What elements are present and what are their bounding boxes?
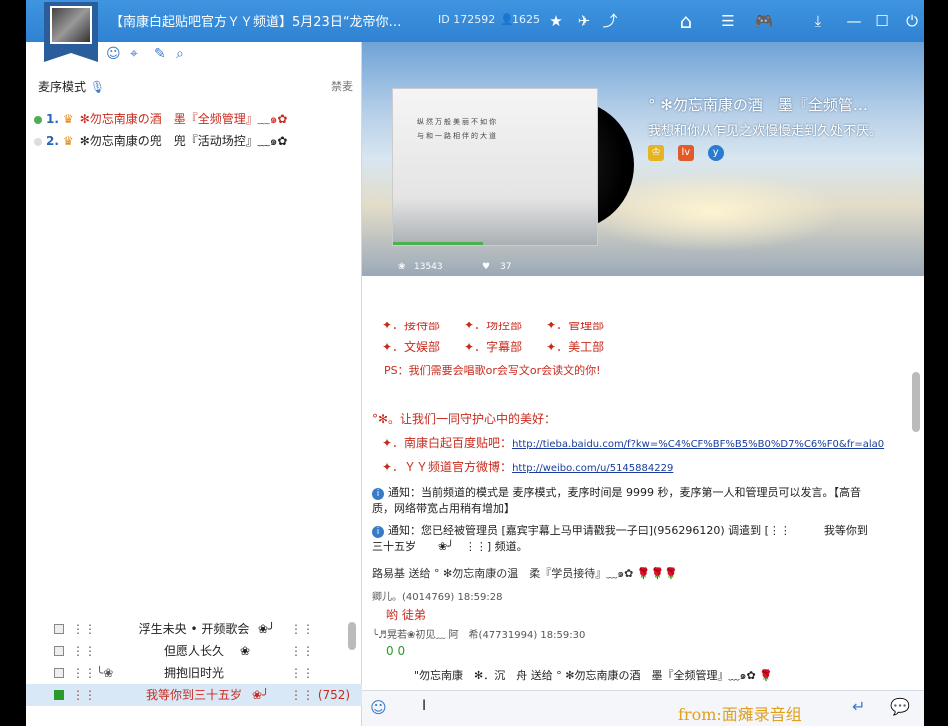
ban-mic-button[interactable]: 禁麦 [331,78,353,94]
rose-icon: 🌹🌹🌹 [636,567,678,580]
list-icon[interactable]: ☰ [716,9,740,33]
member-row[interactable]: ⋮⋮╰❀ 拥抱旧时光 ⋮⋮ [26,662,362,684]
member-list: ⋮⋮ 浮生未央 • 开频歌会 ❀╯ ⋮⋮ ⋮⋮ 但愿人长久 ❀ ⋮⋮ ⋮⋮╰❀ … [26,618,362,726]
weibo-link[interactable]: http://weibo.com/u/5145884229 [512,463,673,474]
chat-area: ✦．接待部 ✦．场控部 ✦．管理部 ✦．文娱部 ✦．字幕部 ✦．美工部 PS：我… [362,322,924,690]
yy-client-window: 【南康白起贴吧官方ＹＹ频道】5月23日“龙帝你… ID 172592 👤 162… [26,0,924,726]
crown-icon: ♔ [648,145,664,161]
mic-queue: 1. ♛ ✻勿忘南康の酒 墨『全频管理』﹏๑✿ 2. ♛ ✻勿忘南康の兜 兜『活动场控』… [34,108,354,152]
chat-scrollbar[interactable] [912,372,920,432]
search-icon[interactable]: ⌕ [176,46,184,62]
minimize-icon[interactable]: — [842,9,866,33]
channel-logo[interactable] [44,2,98,62]
location-icon[interactable]: ⌖ [130,46,138,62]
game-icon[interactable]: 🎮 [752,9,776,33]
send-icon[interactable]: ↵ [852,697,865,716]
power-icon[interactable]: ⏻ [900,9,924,33]
heart-icon: ♥ [482,262,491,272]
hat-icon: ♛ [62,134,74,148]
title-bar: 【南康白起贴吧官方ＹＹ频道】5月23日“龙帝你… ID 172592 👤 162… [26,0,924,42]
online-count: 1625 [512,13,540,26]
maximize-icon[interactable]: ☐ [870,9,894,33]
status-dot [34,115,42,124]
info-icon: i [372,488,384,500]
heart-count: 37 [500,262,512,272]
message-text: 哟 徒弟 [386,608,426,622]
mic-icon: 🎙 [89,80,106,94]
home-icon[interactable]: ⌂ [674,9,698,33]
rose-icon: 🌹 [759,669,773,682]
right-panel: 纵然万般美丽不如你 与和一路相伴的大道 ° ✻勿忘南康の酒 墨『全频管… 我想和… [362,42,924,726]
member-row[interactable]: ⋮⋮ 但愿人长久 ❀ ⋮⋮ [26,640,362,662]
text-cursor[interactable]: I [422,698,426,714]
queue-item[interactable]: 1. ♛ ✻勿忘南康の酒 墨『全频管理』﹏๑✿ [34,108,354,130]
member-row-current[interactable]: ⋮⋮ 我等你到三十五岁 ❀╯ ⋮⋮ (752) [26,684,362,706]
message-text: 0 0 [386,644,406,658]
hat-icon: ♛ [62,112,74,126]
anchor-signature: 我想和你从乍见之欢慢慢走到久处不厌。 [648,124,883,139]
download-icon[interactable]: ⤓ [806,9,830,33]
member-scrollbar[interactable] [348,622,356,650]
yy-icon: y [707,145,724,161]
queue-item[interactable]: 2. ♛ ✻勿忘南康の兜 兜『活动场控』﹏๑✿ [34,130,354,152]
mic-mode-label[interactable]: 麦序模式 🎙 [38,78,105,95]
emoji-icon[interactable]: ☺ [370,698,387,717]
channel-id: ID 172592 [438,13,496,26]
star-icon[interactable]: ★ [544,9,568,33]
album-cover: 纵然万般美丽不如你 与和一路相伴的大道 [392,88,598,246]
info-icon: i [372,526,384,538]
flower-icon: ❀ [398,262,406,272]
anchor-banner: 纵然万般美丽不如你 与和一路相伴的大道 ° ✻勿忘南康の酒 墨『全频管… 我想和… [362,42,924,276]
member-icon[interactable]: ☺ [106,46,121,62]
anchor-name[interactable]: ° ✻勿忘南康の酒 墨『全频管… [648,94,868,115]
level-icon: lv [677,145,694,161]
share-icon[interactable]: ⤴ [598,9,622,33]
plane-icon[interactable]: ✈ [572,9,596,33]
member-row[interactable]: ⋮⋮ 浮生未央 • 开频歌会 ❀╯ ⋮⋮ [26,618,362,640]
tieba-link[interactable]: http://tieba.baidu.com/f?kw=%C4%CF%BF%B5… [512,439,884,450]
song-progress [393,242,483,245]
edit-icon[interactable]: ✎ [154,46,166,62]
watermark: from:面瘫录音组 [678,705,802,724]
flower-count: 13543 [414,262,443,272]
channel-title: 【南康白起贴吧官方ＹＹ频道】5月23日“龙帝你… [110,15,402,30]
message-sender: 卿儿。(4014769) 18:59:28 [372,592,503,603]
chat-bubble-icon[interactable]: 💬 [890,697,910,716]
left-panel: ☺ ⌖ ✎ ⌕ 麦序模式 🎙 禁麦 1. ♛ ✻勿忘南康の酒 墨『全频管理』﹏๑✿ … [26,42,362,726]
input-bar[interactable]: ☺ I from:面瘫录音组 ↵ 💬 [362,690,924,726]
message-sender: ╰♬晃若❀初见﹏ 阿 希(47731994) 18:59:30 [372,630,586,641]
anchor-badges: ♔ lv y [648,144,734,161]
status-dot [34,137,42,146]
